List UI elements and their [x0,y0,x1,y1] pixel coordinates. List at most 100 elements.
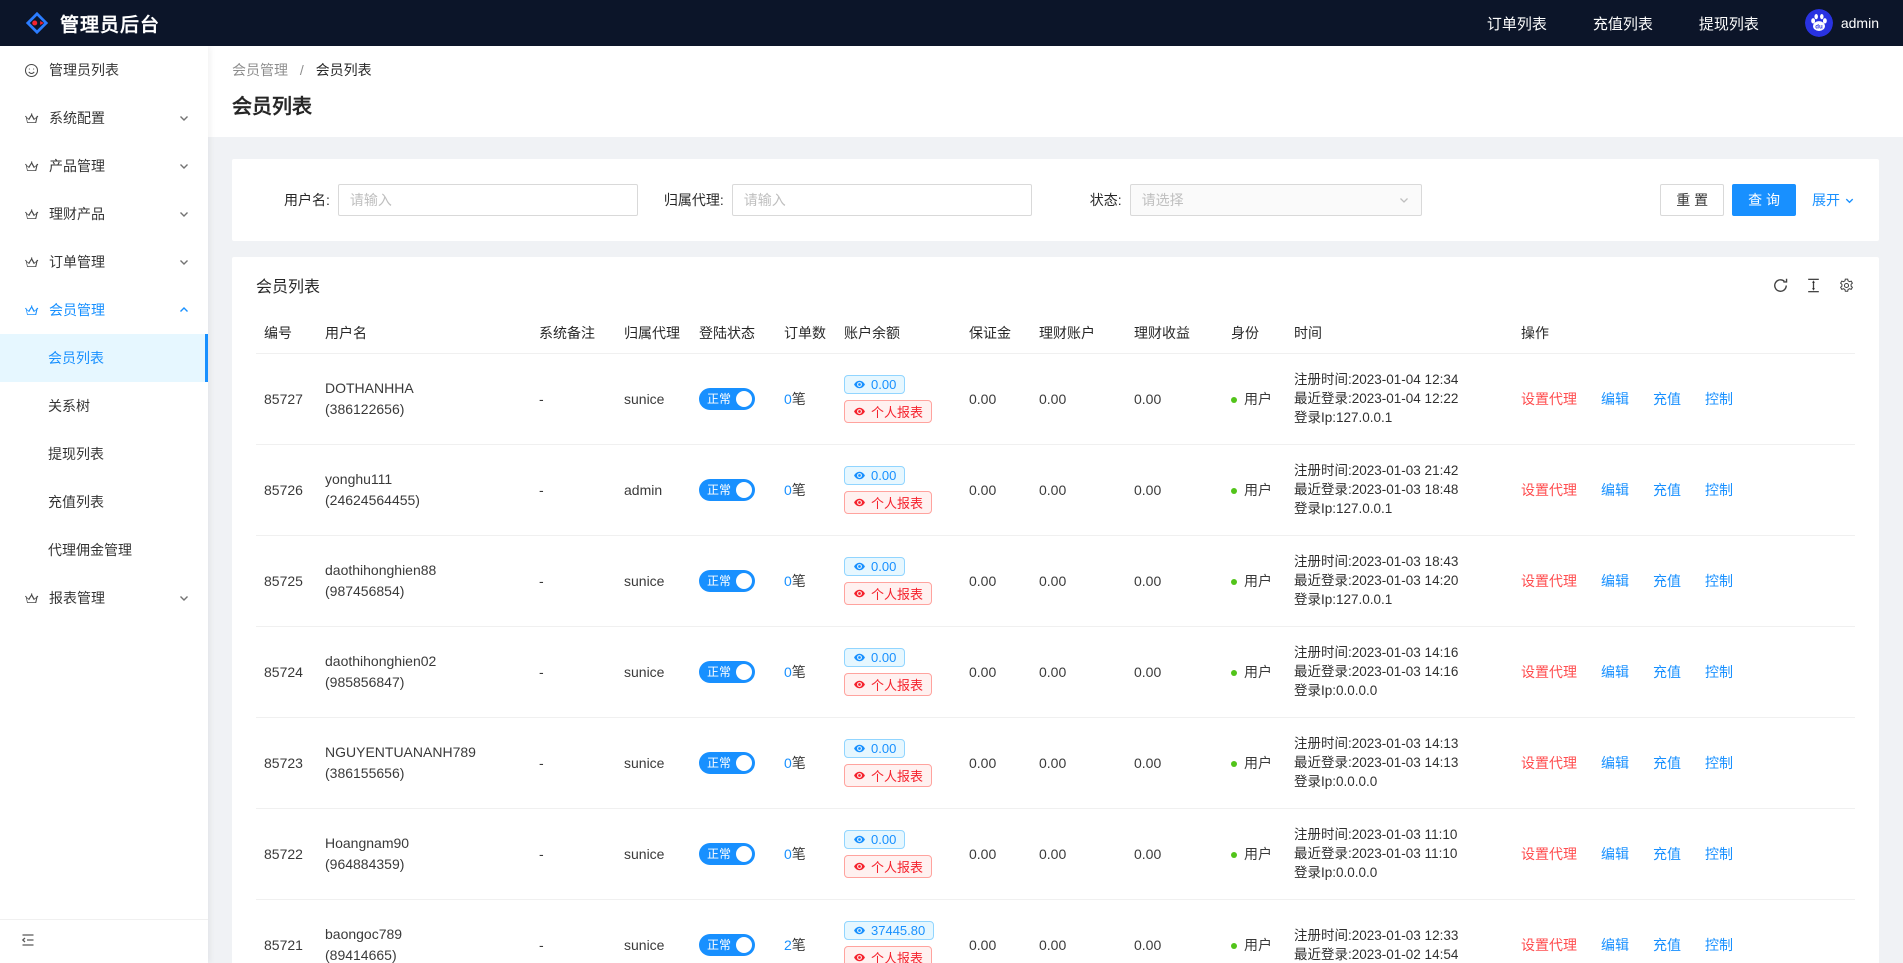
breadcrumb-parent[interactable]: 会员管理 [232,62,288,78]
action-link[interactable]: 编辑 [1601,755,1629,771]
balance-badge[interactable]: 37445.80 [844,921,934,940]
expand-link[interactable]: 展开 [1812,190,1855,210]
eye-icon [853,405,866,418]
action-link[interactable]: 充值 [1653,664,1681,680]
sidebar-subitem[interactable]: 关系树 [0,382,208,430]
action-link[interactable]: 控制 [1705,755,1733,771]
action-link[interactable]: 控制 [1705,937,1733,953]
search-button[interactable]: 查 询 [1732,184,1796,216]
member-margin: 0.00 [961,808,1031,899]
status-toggle[interactable]: 正常 [699,752,755,774]
status-toggle[interactable]: 正常 [699,661,755,683]
personal-report-badge[interactable]: 个人报表 [844,582,932,605]
status-select[interactable]: 请选择 [1130,184,1422,216]
member-id: 85721 [256,899,317,963]
username-input[interactable] [338,184,638,216]
member-id: 85725 [256,535,317,626]
balance-badge[interactable]: 0.00 [844,830,905,849]
sidebar-item[interactable]: 系统配置 [0,94,208,142]
balance-badge[interactable]: 0.00 [844,648,905,667]
status-toggle[interactable]: 正常 [699,843,755,865]
personal-report-badge[interactable]: 个人报表 [844,855,932,878]
sidebar-collapse-button[interactable] [0,919,208,963]
settings-button[interactable] [1838,277,1855,294]
sidebar-subitem[interactable]: 充值列表 [0,478,208,526]
action-link[interactable]: 设置代理 [1521,482,1577,498]
balance-badge[interactable]: 0.00 [844,375,905,394]
action-link[interactable]: 充值 [1653,573,1681,589]
action-link[interactable]: 设置代理 [1521,937,1577,953]
personal-report-badge[interactable]: 个人报表 [844,673,932,696]
personal-report-badge[interactable]: 个人报表 [844,400,932,423]
balance-badge[interactable]: 0.00 [844,466,905,485]
personal-report-badge[interactable]: 个人报表 [844,946,932,963]
sidebar-item[interactable]: 订单管理 [0,238,208,286]
action-link[interactable]: 设置代理 [1521,664,1577,680]
sidebar-item[interactable]: 会员管理 [0,286,208,334]
chevron-down-icon [1844,195,1855,206]
sidebar-subitem[interactable]: 代理佣金管理 [0,526,208,574]
gear-icon [1838,277,1855,294]
member-id: 85726 [256,444,317,535]
crown-icon [24,159,39,174]
balance-badge[interactable]: 0.00 [844,739,905,758]
eye-icon [853,860,866,873]
action-link[interactable]: 编辑 [1601,573,1629,589]
member-times: 注册时间:2023-01-03 14:13最近登录:2023-01-03 14:… [1286,717,1513,808]
member-finance-profit: 0.00 [1126,717,1223,808]
action-link[interactable]: 编辑 [1601,937,1629,953]
member-remark: - [531,444,616,535]
action-link[interactable]: 充值 [1653,755,1681,771]
density-button[interactable] [1805,277,1822,294]
status-toggle[interactable]: 正常 [699,934,755,956]
personal-report-badge[interactable]: 个人报表 [844,491,932,514]
sidebar-item[interactable]: 理财产品 [0,190,208,238]
sidebar-item[interactable]: 报表管理 [0,574,208,622]
action-link[interactable]: 编辑 [1601,482,1629,498]
user-menu[interactable]: du admin [1805,9,1879,37]
topnav-item[interactable]: 充值列表 [1593,13,1653,34]
member-username: daothihonghien88(987456854) [317,535,531,626]
status-toggle[interactable]: 正常 [699,388,755,410]
sidebar-item[interactable]: 管理员列表 [0,46,208,94]
sidebar-subitem[interactable]: 会员列表 [0,334,208,382]
refresh-button[interactable] [1772,277,1789,294]
app-logo[interactable]: 管理员后台 [24,10,160,37]
action-link[interactable]: 控制 [1705,664,1733,680]
table-row: 85724daothihonghien02(985856847)-sunice正… [256,626,1855,717]
topnav-item[interactable]: 提现列表 [1699,13,1759,34]
eye-icon [853,833,866,846]
member-username: Hoangnam90(964884359) [317,808,531,899]
balance-badge[interactable]: 0.00 [844,557,905,576]
action-link[interactable]: 控制 [1705,573,1733,589]
status-toggle[interactable]: 正常 [699,570,755,592]
action-link[interactable]: 编辑 [1601,664,1629,680]
agent-input[interactable] [732,184,1032,216]
action-link[interactable]: 编辑 [1601,391,1629,407]
action-link[interactable]: 设置代理 [1521,846,1577,862]
topnav-item[interactable]: 订单列表 [1487,13,1547,34]
action-link[interactable]: 设置代理 [1521,755,1577,771]
reload-icon [1772,277,1789,294]
status-toggle[interactable]: 正常 [699,479,755,501]
sidebar-subitem[interactable]: 提现列表 [0,430,208,478]
sidebar-item[interactable]: 产品管理 [0,142,208,190]
action-link[interactable]: 设置代理 [1521,391,1577,407]
action-link[interactable]: 充值 [1653,846,1681,862]
action-link[interactable]: 控制 [1705,391,1733,407]
eye-icon [853,678,866,691]
table-row: 85722Hoangnam90(964884359)-sunice正常0笔0.0… [256,808,1855,899]
reset-button[interactable]: 重 置 [1660,184,1724,216]
sidebar-item-label: 管理员列表 [49,60,190,80]
action-link[interactable]: 控制 [1705,846,1733,862]
crown-icon [24,591,39,606]
action-link[interactable]: 充值 [1653,937,1681,953]
action-link[interactable]: 充值 [1653,391,1681,407]
table-row: 85726yonghu111(24624564455)-admin正常0笔0.0… [256,444,1855,535]
action-link[interactable]: 编辑 [1601,846,1629,862]
personal-report-badge[interactable]: 个人报表 [844,764,932,787]
action-link[interactable]: 控制 [1705,482,1733,498]
action-link[interactable]: 设置代理 [1521,573,1577,589]
member-id: 85722 [256,808,317,899]
action-link[interactable]: 充值 [1653,482,1681,498]
